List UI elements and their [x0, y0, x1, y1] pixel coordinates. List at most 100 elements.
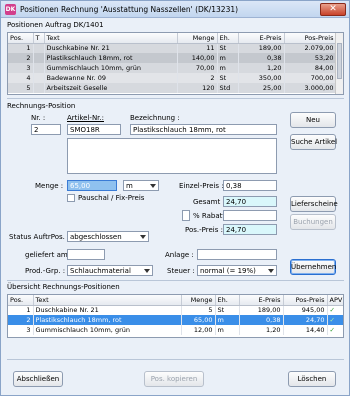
table-row[interactable]: 4 Badewanne Nr. 09 2 St 350,00 700,00 [8, 73, 343, 83]
scrollbar-thumb[interactable] [337, 43, 342, 79]
column-header-quantity[interactable]: Menge [181, 295, 216, 306]
nr-label: Nr. : [31, 114, 46, 122]
order-positions-label: Positionen Auftrag DK/1401 [7, 21, 104, 29]
cell-quantity: 2 [177, 73, 218, 83]
cell-unit: Std [217, 83, 239, 93]
delivered-on-field[interactable] [67, 249, 105, 260]
column-header-unit-price[interactable]: E-Preis [239, 295, 284, 306]
cell-pos: 1 [8, 43, 34, 53]
search-article-button[interactable]: Suche Artikel [290, 134, 337, 150]
product-group-label: Prod.-Grp. : [25, 267, 66, 275]
column-header-text[interactable]: Text [33, 295, 182, 306]
column-header-position-price[interactable]: Pos-Preis [284, 33, 337, 44]
fixed-price-checkbox[interactable] [67, 194, 75, 202]
cell-position-price: 2.079,00 [284, 43, 337, 53]
cell-unit-price: 189,00 [238, 43, 285, 53]
vertical-scrollbar[interactable] [335, 33, 343, 94]
check-icon: ✓ [327, 305, 343, 315]
cell-position-price: 84,00 [284, 63, 337, 73]
cell-text: Gummischlauch 10mm, grün [33, 325, 182, 335]
column-header-unit[interactable]: Eh. [217, 33, 239, 44]
close-invoice-button[interactable]: Abschließen [13, 371, 63, 387]
bezeichnung-label: Bezeichnung : [130, 114, 180, 122]
unit-price-label: Einzel-Preis : [179, 182, 224, 190]
cell-pos: 1 [8, 305, 34, 315]
cell-unit: m [217, 63, 239, 73]
cell-unit-price: 350,00 [238, 73, 285, 83]
cell-text: Arbeitszeit Geselle [44, 83, 178, 93]
discount-amount-field[interactable] [223, 210, 277, 221]
total-field: 24,70 [223, 196, 277, 207]
cell-unit-price: 1,20 [239, 325, 284, 335]
column-header-pos[interactable]: Pos. [8, 33, 34, 44]
artikel-nr-field[interactable]: SMO18R [67, 124, 121, 135]
attachment-field[interactable] [197, 249, 277, 260]
status-select-value: abgeschlossen [70, 233, 122, 241]
cell-pos: 2 [8, 315, 34, 325]
unit-select[interactable]: m [123, 180, 159, 191]
column-header-type[interactable]: T [33, 33, 45, 44]
copy-position-button: Pos. kopieren [144, 371, 204, 387]
bezeichnung-field[interactable]: Plastikschlauch 18mm, rot [130, 124, 277, 135]
quantity-field[interactable]: 65,00 [67, 180, 117, 191]
apply-button[interactable]: Übernehmen [290, 259, 336, 275]
table-row-selected[interactable]: 2 Plastikschlauch 18mm, rot 140,00 m 0,3… [8, 53, 343, 63]
status-select[interactable]: abgeschlossen [67, 231, 149, 242]
delivery-notes-button[interactable]: Lieferscheine [290, 196, 338, 212]
discount-label: % Rabatt [193, 212, 226, 220]
column-header-position-price[interactable]: Pos-Preis [283, 295, 328, 306]
cell-unit-price: 189,00 [239, 305, 284, 315]
cell-unit-price: 25,00 [238, 83, 285, 93]
unit-price-field[interactable]: 0,38 [223, 180, 277, 191]
table-row[interactable]: 3 Gummischlauch 10mm, grün 70,00 m 1,20 … [8, 63, 343, 73]
column-header-text[interactable]: Text [44, 33, 178, 44]
table-row[interactable]: 1 Duschkabine Nr. 21 11 St 189,00 2.079,… [8, 43, 343, 53]
discount-field[interactable] [182, 210, 190, 221]
order-positions-grid[interactable]: Pos. T Text Menge Eh. E-Preis Pos-Preis … [7, 32, 344, 95]
attachment-label: Anlage : [165, 251, 194, 259]
cell-text: Plastikschlauch 18mm, rot [44, 53, 178, 63]
table-row[interactable]: 5 Arbeitszeit Geselle 120 Std 25,00 3.00… [8, 83, 343, 93]
table-row[interactable]: 1 Duschkabine Nr. 21 5 St 189,00 945,00 … [8, 305, 343, 315]
column-header-apv[interactable]: APV [327, 295, 343, 306]
cell-unit: St [217, 73, 239, 83]
table-row[interactable]: 3 Gummischlauch 10mm, grün 12,00 m 1,20 … [8, 325, 343, 335]
dialog-window: DK Positionen Rechnung 'Ausstattung Nass… [0, 0, 350, 396]
status-label: Status AuftrPos. [9, 233, 65, 241]
cell-text: Badewanne Nr. 09 [44, 73, 178, 83]
section-divider [7, 359, 344, 360]
new-button[interactable]: Neu [290, 112, 336, 128]
cell-pos: 4 [8, 73, 34, 83]
tax-label: Steuer : [167, 267, 195, 275]
artikel-nr-label: Artikel-Nr.: [67, 114, 104, 122]
chevron-down-icon [144, 269, 150, 273]
column-header-unit[interactable]: Eh. [215, 295, 240, 306]
cell-unit: St [215, 305, 240, 315]
cell-quantity: 65,00 [181, 315, 216, 325]
close-button[interactable]: ✕ [320, 3, 346, 16]
nr-field[interactable]: 2 [31, 124, 61, 135]
cell-type [33, 53, 45, 63]
description-memo[interactable] [67, 138, 277, 174]
column-header-unit-price[interactable]: E-Preis [238, 33, 285, 44]
cell-position-price: 945,00 [283, 305, 328, 315]
cell-quantity: 140,00 [177, 53, 218, 63]
title-bar: DK Positionen Rechnung 'Ausstattung Nass… [1, 1, 349, 18]
tax-select[interactable]: normal (= 19%) [197, 265, 277, 276]
product-group-select[interactable]: Schlauchmaterial [67, 265, 153, 276]
invoice-positions-grid[interactable]: Pos. Text Menge Eh. E-Preis Pos-Preis AP… [7, 294, 344, 338]
check-icon: ✓ [327, 315, 343, 325]
column-header-pos[interactable]: Pos. [8, 295, 34, 306]
cell-unit-price: 0,38 [239, 315, 284, 325]
cell-type [33, 43, 45, 53]
window-title: Positionen Rechnung 'Ausstattung Nasszel… [20, 5, 239, 14]
delete-button[interactable]: Löschen [288, 371, 336, 387]
cell-pos: 3 [8, 325, 34, 335]
cell-position-price: 24,70 [283, 315, 328, 325]
bookings-button: Buchungen [290, 214, 336, 230]
table-row-selected[interactable]: 2 Plastikschlauch 18mm, rot 65,00 m 0,38… [8, 315, 343, 325]
invoice-position-label: Rechnungs-Position [7, 102, 76, 110]
cell-position-price: 3.000,00 [284, 83, 337, 93]
chevron-down-icon [140, 235, 146, 239]
column-header-quantity[interactable]: Menge [177, 33, 218, 44]
